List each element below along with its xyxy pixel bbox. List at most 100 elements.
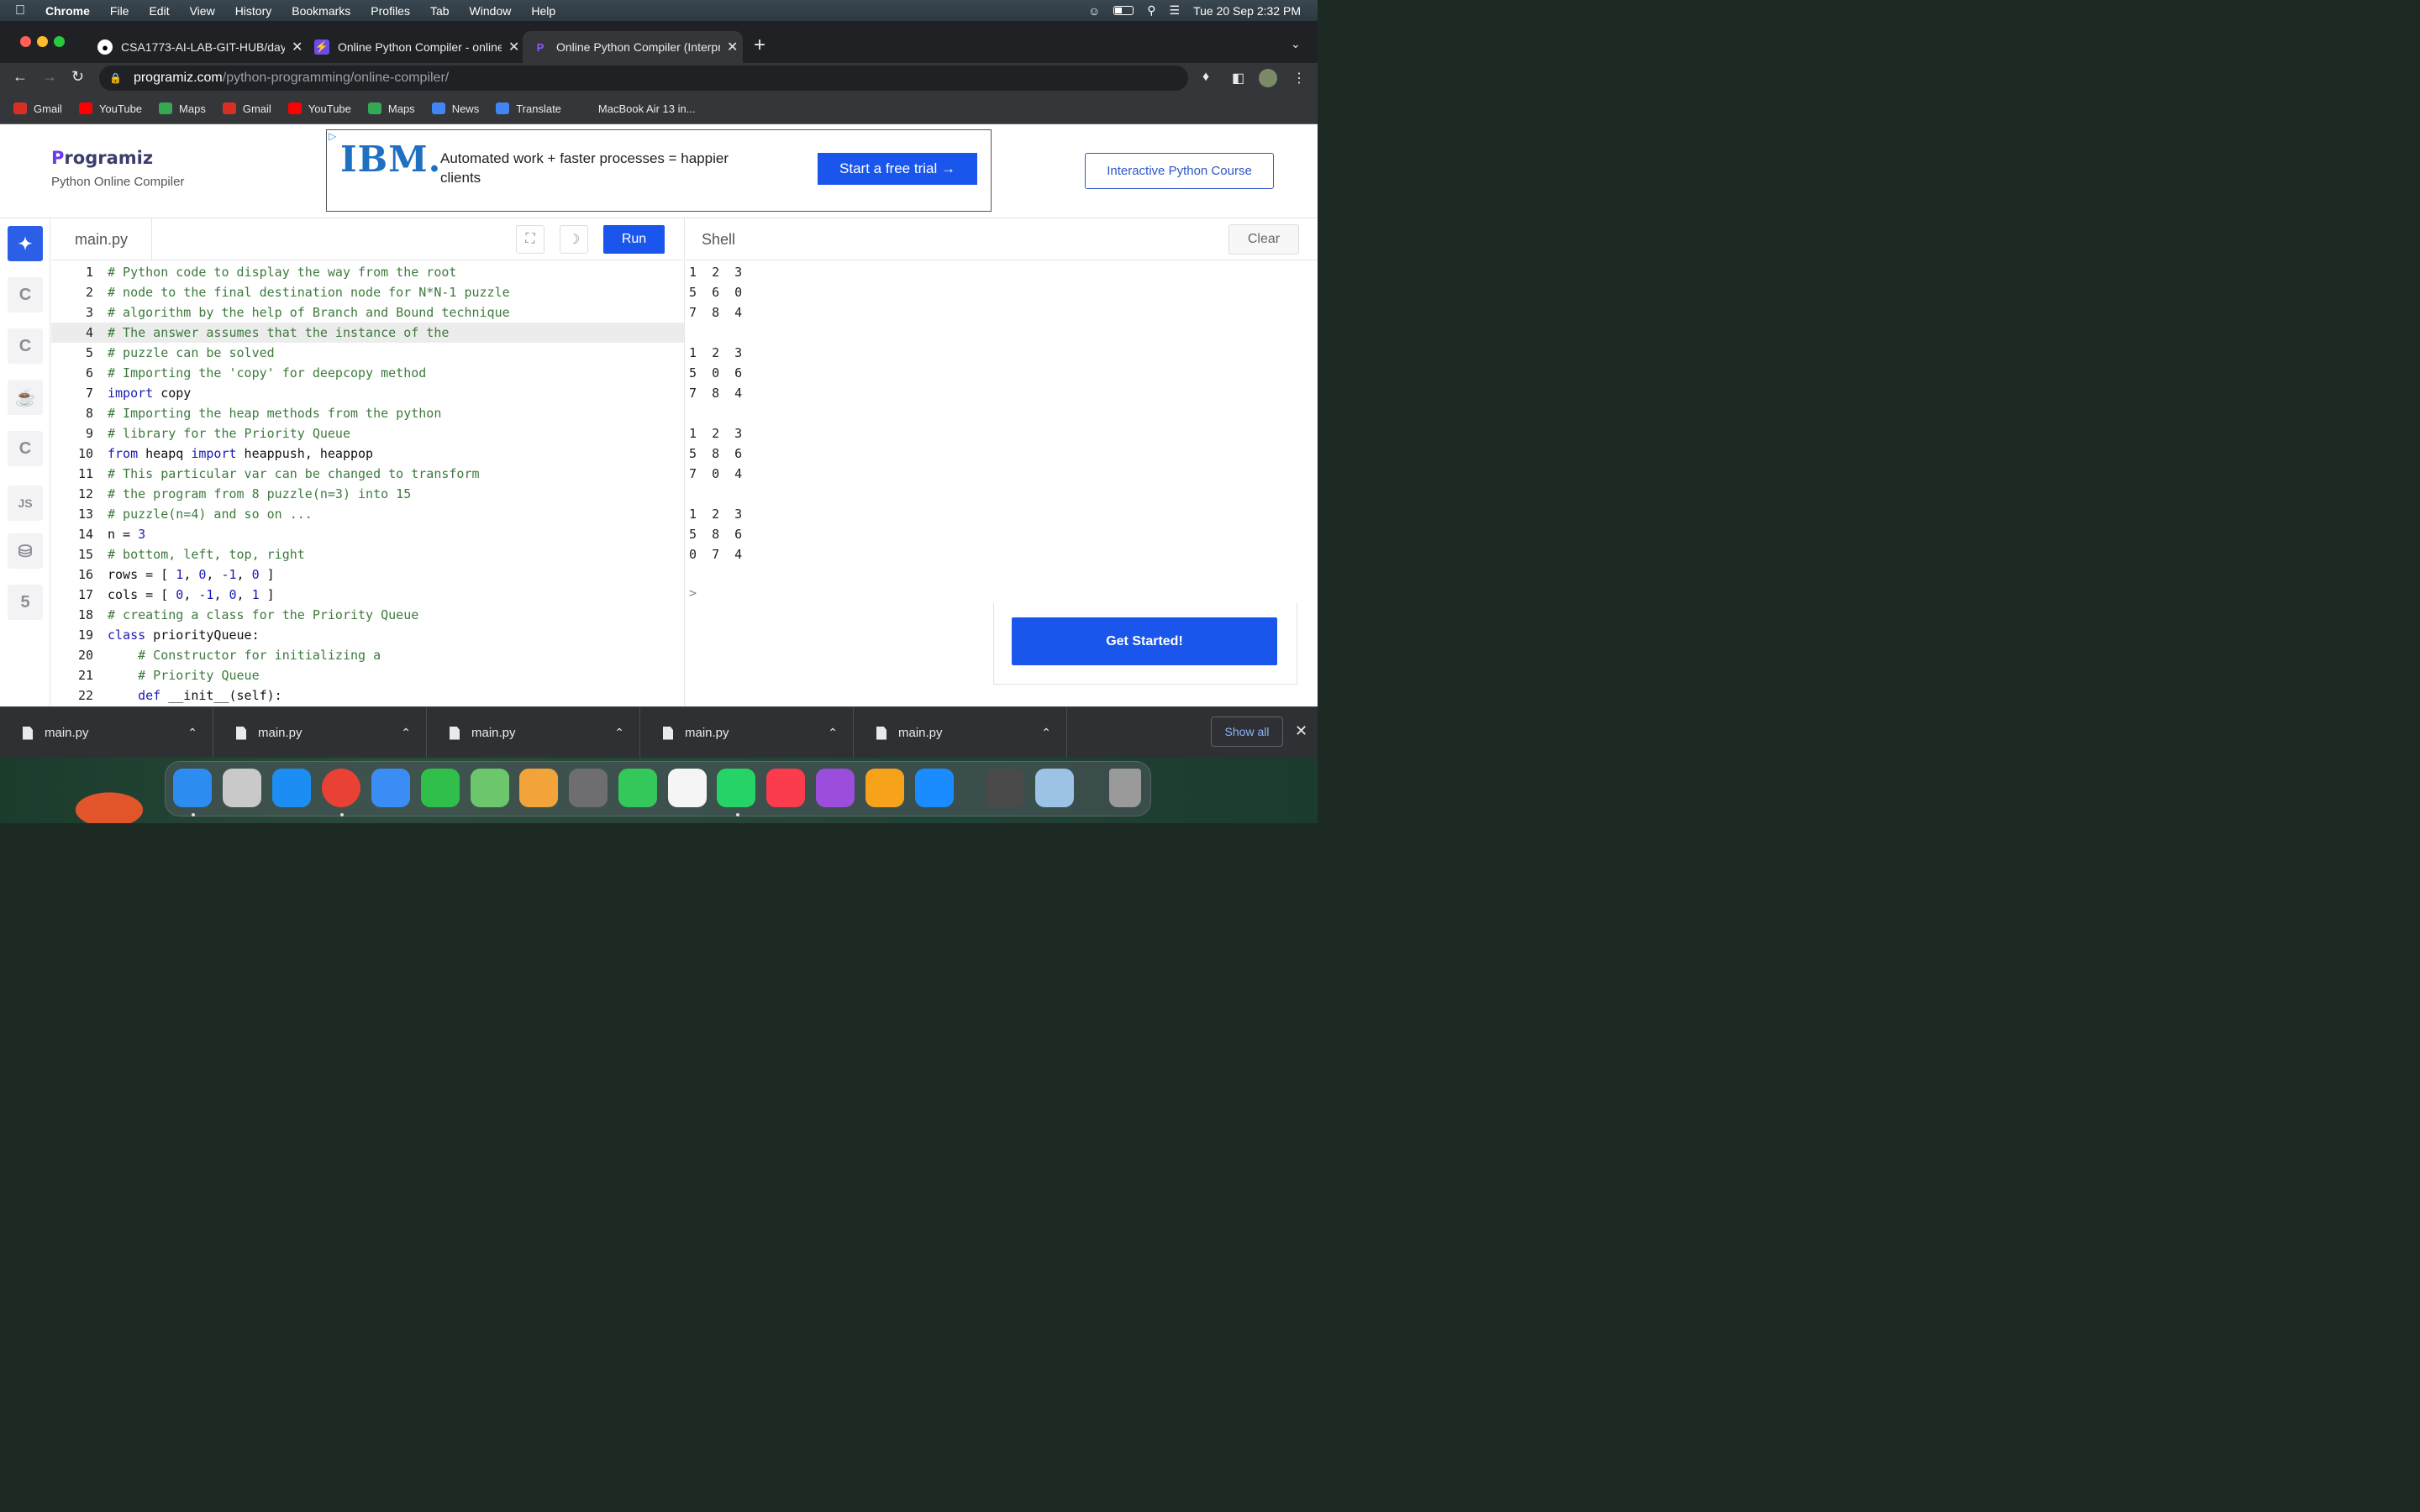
tab-online-compiler[interactable]: ⚡ Online Python Compiler - online ✕	[304, 31, 521, 63]
code-line[interactable]: 12 # the program from 8 puzzle(n=3) into …	[51, 484, 684, 504]
code-line[interactable]: 18 # creating a class for the Priority Qu…	[51, 605, 684, 625]
code-line[interactable]: 7 import copy	[51, 383, 684, 403]
forward-icon[interactable]: →	[42, 68, 57, 86]
tab-close-icon[interactable]: ✕	[727, 39, 738, 55]
tab-search-chevron-icon[interactable]: ⌄	[1291, 37, 1301, 51]
user-account-icon[interactable]: ☺	[1088, 4, 1100, 18]
chrome-icon[interactable]	[322, 769, 360, 807]
js-icon[interactable]: JS	[8, 486, 43, 521]
safari-icon[interactable]	[272, 769, 311, 807]
apple-menu-icon[interactable]: 	[0, 3, 35, 18]
tab-github[interactable]: ● CSA1773-AI-LAB-GIT-HUB/day ✕	[87, 31, 304, 63]
code-line[interactable]: 21 # Priority Queue	[51, 665, 684, 685]
get-started-button[interactable]: Get Started!	[1012, 617, 1277, 665]
menu-view[interactable]: View	[180, 4, 225, 18]
menu-edit[interactable]: Edit	[139, 4, 179, 18]
music-icon[interactable]	[766, 769, 805, 807]
menu-bookmarks[interactable]: Bookmarks	[281, 4, 360, 18]
tab-programiz-active[interactable]: P Online Python Compiler (Interpreter) ✕	[523, 31, 743, 63]
chevron-up-icon[interactable]: ⌃	[187, 726, 197, 740]
code-line[interactable]: 8 # Importing the heap methods from the p…	[51, 403, 684, 423]
chevron-up-icon[interactable]: ⌃	[828, 726, 838, 740]
sublime-text-icon[interactable]	[986, 769, 1024, 807]
code-line[interactable]: 13 # puzzle(n=4) and so on ...	[51, 504, 684, 524]
menu-app-name[interactable]: Chrome	[35, 4, 100, 18]
clear-button[interactable]: Clear	[1228, 224, 1299, 255]
code-line[interactable]: 11 # This particular var can be changed t…	[51, 464, 684, 484]
sql-icon[interactable]: ⛁	[8, 533, 43, 569]
reminders-icon[interactable]	[668, 769, 707, 807]
more-menu-icon[interactable]: ⋮	[1292, 70, 1306, 87]
bookmark-translate[interactable]: Translate	[496, 102, 561, 115]
reload-icon[interactable]: ↻	[71, 68, 84, 86]
code-line[interactable]: 10 from heapq import heappush, heappop	[51, 444, 684, 464]
tab-close-icon[interactable]: ✕	[292, 39, 302, 55]
html5-icon[interactable]: 5	[8, 585, 43, 620]
address-bar[interactable]: 🔒 programiz.com /python-programming/onli…	[99, 66, 1188, 91]
bookmark-macbook[interactable]: MacBook Air 13 in...	[598, 102, 696, 115]
adchoices-icon[interactable]: ▷	[329, 130, 336, 142]
bookmark-news[interactable]: News	[431, 102, 479, 115]
python-icon[interactable]: ✦	[8, 226, 43, 261]
preview-icon[interactable]	[1035, 769, 1074, 807]
code-line[interactable]: 15 # bottom, left, top, right	[51, 544, 684, 564]
code-line[interactable]: 17 cols = [ 0, -1, 0, 1 ]	[51, 585, 684, 605]
run-button[interactable]: Run	[603, 225, 665, 254]
system-preferences-icon[interactable]	[569, 769, 608, 807]
app-store-icon[interactable]	[915, 769, 954, 807]
dark-mode-moon-icon[interactable]: ☽	[560, 225, 588, 254]
start-free-trial-button[interactable]: Start a free trial →	[818, 153, 977, 185]
fullscreen-icon[interactable]: ⛶	[516, 225, 544, 254]
bookmark-maps[interactable]: Maps	[367, 102, 415, 115]
facetime-icon[interactable]	[618, 769, 657, 807]
chevron-up-icon[interactable]: ⌃	[1041, 726, 1051, 740]
lock-icon[interactable]: 🔒	[109, 72, 122, 84]
new-tab-icon[interactable]: +	[754, 34, 765, 57]
download-item[interactable]: main.py ⌃	[427, 707, 640, 759]
code-line[interactable]: 1 # Python code to display the way from t…	[51, 262, 684, 282]
show-all-downloads-button[interactable]: Show all	[1211, 717, 1283, 747]
menu-history[interactable]: History	[225, 4, 282, 18]
code-line[interactable]: 3 # algorithm by the help of Branch and B…	[51, 302, 684, 323]
code-line[interactable]: 19 class priorityQueue:	[51, 625, 684, 645]
bookmark-youtube[interactable]: YouTube	[78, 102, 142, 115]
maps-icon[interactable]	[471, 769, 509, 807]
menu-tab[interactable]: Tab	[420, 4, 460, 18]
code-editor[interactable]: 1 # Python code to display the way from t…	[51, 261, 684, 706]
chevron-up-icon[interactable]: ⌃	[401, 726, 411, 740]
c-icon[interactable]: C	[8, 277, 43, 312]
window-close-button[interactable]	[20, 36, 31, 47]
mail-icon[interactable]	[371, 769, 410, 807]
podcasts-icon[interactable]	[816, 769, 855, 807]
menu-window[interactable]: Window	[460, 4, 522, 18]
window-zoom-button[interactable]	[54, 36, 65, 47]
bookmark-maps[interactable]: Maps	[159, 102, 206, 115]
profile-avatar[interactable]	[1259, 69, 1277, 87]
download-item[interactable]: main.py ⌃	[213, 707, 427, 759]
programiz-brand[interactable]: Programiz Python Online Compiler	[51, 148, 184, 189]
extensions-icon[interactable]: ♦	[1202, 70, 1209, 85]
code-line[interactable]: 2 # node to the final destination node fo…	[51, 282, 684, 302]
code-line[interactable]: 20 # Constructor for initializing a	[51, 645, 684, 665]
code-line[interactable]: 14 n = 3	[51, 524, 684, 544]
numbers-icon[interactable]	[421, 769, 460, 807]
pages-icon[interactable]	[865, 769, 904, 807]
battery-icon[interactable]	[1113, 6, 1134, 15]
control-center-icon[interactable]: ☰	[1170, 3, 1181, 18]
cpp-icon[interactable]: C	[8, 328, 43, 364]
back-icon[interactable]: ←	[13, 68, 28, 86]
code-line[interactable]: 22 def __init__(self):	[51, 685, 684, 706]
side-panel-icon[interactable]: ◧	[1232, 70, 1244, 87]
bookmark-gmail[interactable]: Gmail	[222, 102, 271, 115]
java-icon[interactable]: ☕	[8, 380, 43, 415]
menu-file[interactable]: File	[100, 4, 139, 18]
shell-prompt[interactable]: >	[689, 583, 697, 603]
photos-icon[interactable]	[519, 769, 558, 807]
code-line[interactable]: 5 # puzzle can be solved	[51, 343, 684, 363]
code-line[interactable]: 16 rows = [ 1, 0, -1, 0 ]	[51, 564, 684, 585]
menu-profiles[interactable]: Profiles	[360, 4, 420, 18]
download-item[interactable]: main.py ⌃	[640, 707, 854, 759]
menu-help[interactable]: Help	[521, 4, 566, 18]
trash-icon[interactable]	[1109, 769, 1141, 807]
finder-icon[interactable]	[173, 769, 212, 807]
